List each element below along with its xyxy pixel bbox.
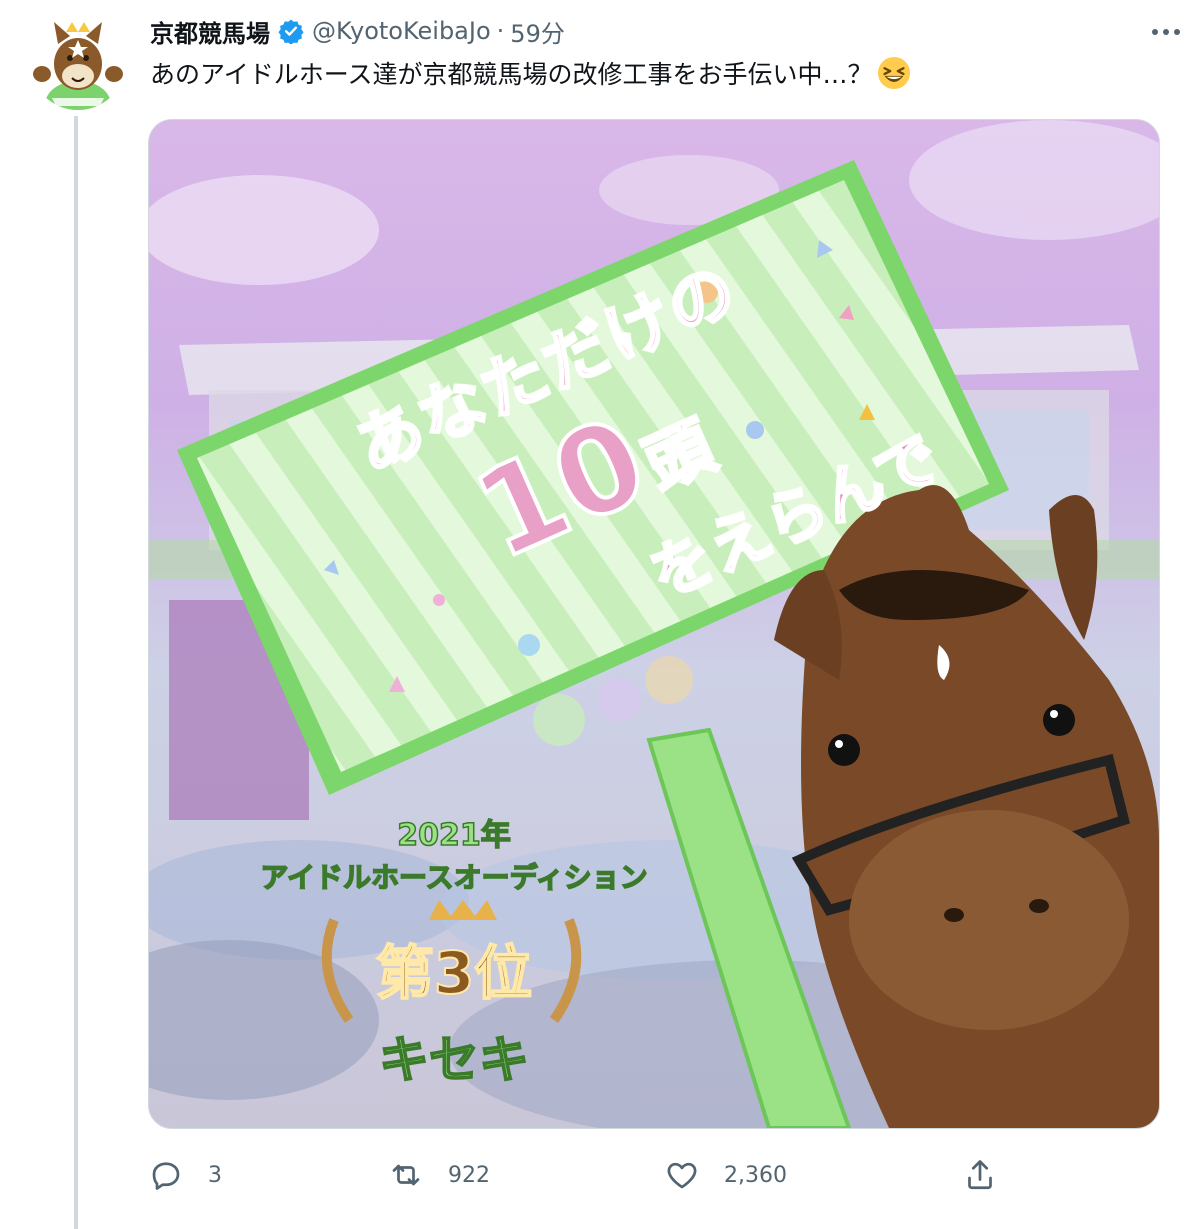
more-options-button[interactable]	[1144, 14, 1188, 50]
reply-button[interactable]: 3	[148, 1150, 222, 1200]
tweet-actions: 3 922 2,360	[148, 1150, 1008, 1200]
tweet-media-image[interactable]: あなただけの 10 頭 をえらんで 2021年 アイドルホースオーディション 第…	[148, 119, 1160, 1129]
like-button[interactable]: 2,360	[664, 1150, 787, 1200]
share-button[interactable]	[962, 1150, 998, 1200]
grinning-squinting-face-icon	[877, 56, 911, 90]
tweet-text: あのアイドルホース達が京都競馬場の改修工事をお手伝い中…？	[150, 56, 1176, 94]
display-name[interactable]: 京都競馬場	[150, 14, 270, 49]
user-handle[interactable]: @KyotoKeibaJo	[312, 17, 491, 45]
heart-icon	[667, 1162, 697, 1189]
retweet-count: 922	[448, 1162, 490, 1188]
thread-line	[74, 116, 78, 1229]
badge-rank: 第3位	[375, 938, 533, 1008]
timestamp[interactable]: 59分	[510, 14, 565, 49]
more-dots-icon	[1152, 29, 1180, 35]
reply-icon	[152, 1162, 180, 1190]
separator-dot: ·	[496, 17, 505, 45]
share-icon	[968, 1160, 992, 1190]
badge-name: キセキ	[378, 1030, 530, 1090]
horse-mascot-icon	[30, 14, 126, 110]
badge-year: 2021年	[397, 817, 512, 854]
avatar[interactable]	[30, 14, 126, 110]
badge-title: アイドルホースオーディション	[260, 860, 649, 895]
verified-badge-icon	[278, 18, 304, 45]
reply-count: 3	[208, 1162, 222, 1188]
retweet-icon	[392, 1164, 420, 1186]
tweet-body: あのアイドルホース達が京都競馬場の改修工事をお手伝い中…？	[150, 60, 873, 89]
tweet-header: 京都競馬場 @KyotoKeibaJo · 59分	[150, 14, 1176, 48]
retweet-button[interactable]: 922	[388, 1150, 490, 1200]
ranking-badge: 2021年 アイドルホースオーディション 第3位 キセキ	[219, 810, 689, 1092]
like-count: 2,360	[724, 1162, 787, 1188]
